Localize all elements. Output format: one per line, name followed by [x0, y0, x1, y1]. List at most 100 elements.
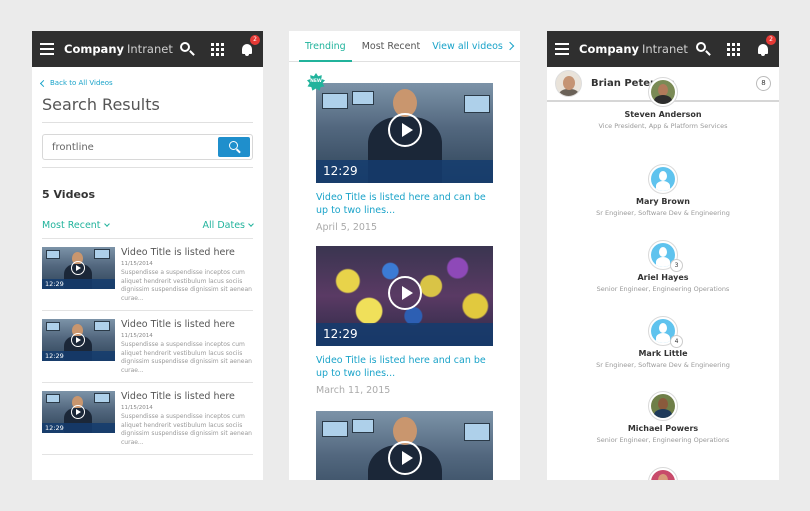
video-duration: 12:29 — [316, 323, 493, 346]
date-dropdown[interactable]: All Dates — [202, 220, 254, 231]
person-item[interactable]: Steven Anderson Vice President, App & Pl… — [547, 77, 779, 130]
notification-badge: 2 — [766, 35, 776, 45]
video-card[interactable]: 12:29 Video Title is listed here and can… — [316, 246, 493, 396]
search-box — [42, 134, 253, 160]
video-date: March 11, 2015 — [316, 385, 391, 396]
play-icon[interactable] — [388, 441, 422, 475]
video-thumbnail: 12:29 — [42, 319, 115, 361]
chevron-down-icon — [103, 221, 110, 227]
chevron-left-icon — [39, 79, 48, 87]
video-excerpt: Suspendisse a suspendisse inceptos cum a… — [121, 341, 252, 374]
video-duration: 12:29 — [316, 160, 493, 183]
video-excerpt: Suspendisse a suspendisse inceptos cum a… — [121, 413, 252, 446]
menu-icon[interactable] — [555, 43, 569, 55]
person-name: Mark Little — [638, 349, 688, 358]
avatar — [648, 391, 678, 421]
back-link[interactable]: Back to All Videos — [39, 79, 263, 87]
play-icon[interactable] — [71, 333, 85, 347]
divider — [42, 167, 253, 168]
sort-dropdown[interactable]: Most Recent — [42, 220, 110, 231]
video-thumbnail: 12:29 — [42, 391, 115, 433]
app-bar: Company Intranet 2 — [32, 31, 263, 67]
search-input[interactable] — [43, 135, 203, 160]
notification-badge: 2 — [250, 35, 260, 45]
video-thumbnail: 12:29 — [316, 83, 493, 183]
person-name: Steven Anderson — [624, 110, 702, 119]
video-card[interactable]: NEW 12:29 Video Title is listed here and… — [307, 73, 493, 233]
user-avatar-icon: 4 — [648, 316, 683, 348]
apps-grid-icon[interactable] — [725, 41, 741, 57]
apps-grid-icon[interactable] — [209, 41, 225, 57]
video-date: April 5, 2015 — [316, 222, 377, 233]
video-duration: 12:29 — [42, 279, 115, 289]
person-role: Senior Engineer, Engineering Operations — [596, 285, 730, 293]
sort-label: Most Recent — [42, 220, 101, 231]
count-badge: 4 — [670, 335, 683, 348]
list-item[interactable]: 12:29 Video Title is listed here 11/15/2… — [42, 382, 253, 455]
video-title-link[interactable]: Video Title is listed here and can be up… — [316, 191, 493, 217]
person-item[interactable]: Michael Powers Senior Engineer, Engineer… — [547, 391, 779, 444]
video-duration: 12:29 — [42, 351, 115, 361]
menu-icon[interactable] — [40, 43, 54, 55]
app-bar: Company Intranet 2 — [547, 31, 779, 67]
person-item[interactable]: 3 Ariel Hayes Senior Engineer, Engineeri… — [547, 240, 779, 293]
search-results-screen: Company Intranet 2 Back to All Videos Sea… — [32, 31, 263, 480]
person-name: Michael Powers — [627, 424, 699, 433]
video-result-list: 12:29 Video Title is listed here 11/15/2… — [42, 238, 253, 455]
person-item[interactable]: 4 Mark Little Sr Engineer, Software Dev … — [547, 316, 779, 369]
video-thumbnail: 12:29 — [42, 247, 115, 289]
tab-trending[interactable]: Trending — [299, 31, 352, 62]
video-thumbnail: 12:29 — [316, 246, 493, 346]
count-badge: 3 — [670, 259, 683, 272]
person-role: Sr Engineer, Software Dev & Engineering — [596, 209, 730, 217]
person-name: Mary Brown — [636, 197, 690, 206]
result-count: 5 Videos — [42, 188, 96, 201]
date-label: All Dates — [202, 220, 245, 231]
view-all-videos-link[interactable]: View all videos — [426, 31, 507, 62]
play-icon[interactable] — [71, 261, 85, 275]
play-icon[interactable] — [388, 276, 422, 310]
user-avatar-icon — [648, 164, 678, 194]
brand-title: Company Intranet — [64, 42, 173, 56]
person-role: Vice President, App & Platform Services — [598, 122, 728, 130]
chevron-right-icon[interactable] — [505, 41, 515, 51]
video-card[interactable] — [316, 411, 493, 480]
video-title: Video Title is listed here — [121, 247, 235, 258]
video-date: 11/15/2014 — [121, 261, 153, 267]
page-title: Search Results — [42, 95, 160, 114]
avatar — [648, 467, 678, 480]
search-icon[interactable] — [179, 41, 195, 57]
profile-count-badge: 8 — [756, 76, 771, 91]
video-title: Video Title is listed here — [121, 319, 235, 330]
bell-icon[interactable]: 2 — [239, 35, 260, 57]
video-date: 11/15/2014 — [121, 333, 153, 339]
bell-icon[interactable]: 2 — [755, 35, 776, 57]
back-link-label: Back to All Videos — [50, 79, 113, 87]
video-duration: 12:29 — [42, 423, 115, 433]
user-avatar-icon: 3 — [648, 240, 683, 272]
brand-light: Intranet — [127, 42, 173, 56]
person-role: Sr Engineer, Software Dev & Engineering — [596, 361, 730, 369]
video-title: Video Title is listed here — [121, 391, 235, 402]
tab-most-recent[interactable]: Most Recent — [356, 31, 427, 62]
play-icon[interactable] — [71, 405, 85, 419]
person-item[interactable] — [547, 467, 779, 480]
person-name: Ariel Hayes — [637, 273, 689, 282]
play-icon[interactable] — [388, 113, 422, 147]
list-item[interactable]: 12:29 Video Title is listed here 11/15/2… — [42, 310, 253, 382]
video-title-link[interactable]: Video Title is listed here and can be up… — [316, 354, 493, 380]
divider — [42, 122, 253, 123]
list-item[interactable]: 12:29 Video Title is listed here 11/15/2… — [42, 238, 253, 310]
avatar — [648, 77, 678, 107]
video-excerpt: Suspendisse a suspendisse inceptos cum a… — [121, 269, 252, 302]
brand-bold: Company — [64, 42, 124, 56]
brand-title: Company Intranet — [579, 42, 688, 56]
person-item[interactable]: Mary Brown Sr Engineer, Software Dev & E… — [547, 164, 779, 217]
search-icon[interactable] — [695, 41, 711, 57]
person-role: Senior Engineer, Engineering Operations — [596, 436, 730, 444]
video-feed-screen: Trending Most Recent View all videos NEW… — [289, 31, 520, 480]
brand-bold: Company — [579, 42, 639, 56]
people-screen: Company Intranet 2 Brian Peterson 8 Steve… — [547, 31, 779, 480]
search-button[interactable] — [218, 137, 250, 157]
filter-bar: Most Recent All Dates — [42, 220, 254, 231]
